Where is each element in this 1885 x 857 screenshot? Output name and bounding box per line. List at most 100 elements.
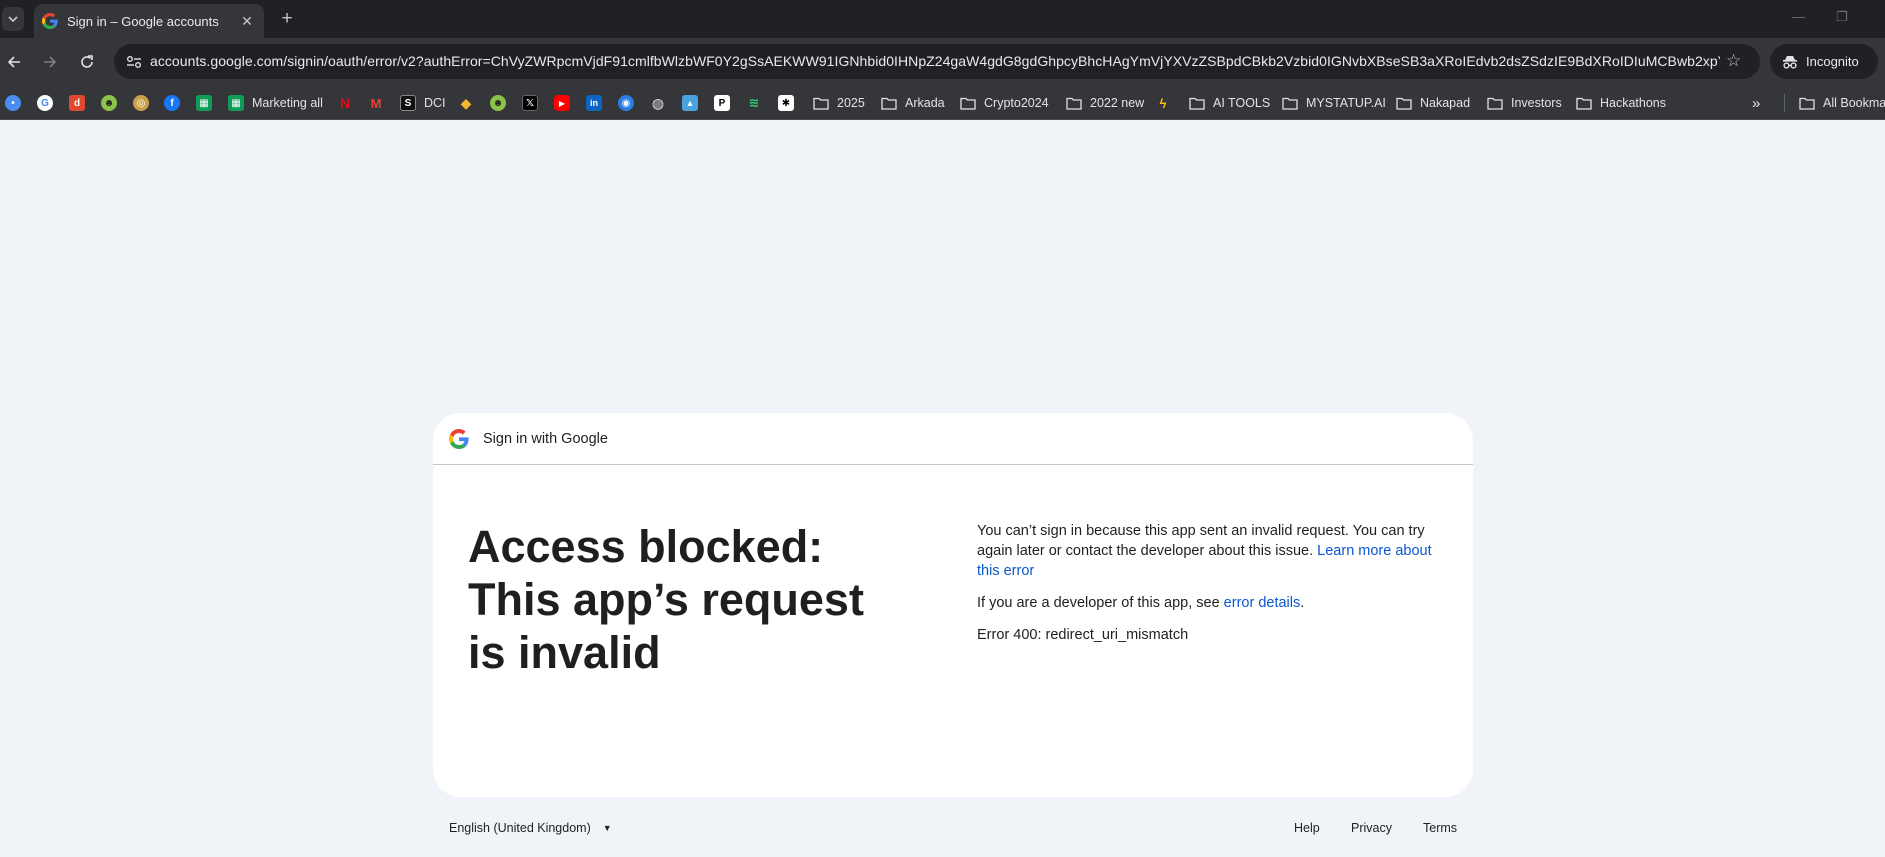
bookmark-label: DCI xyxy=(424,96,446,110)
bookmark-label: 2022 new xyxy=(1090,96,1145,110)
tab-title: Sign in – Google accounts xyxy=(67,13,219,29)
bookmark-dci[interactable]: S DCI xyxy=(400,95,446,111)
help-link[interactable]: Help xyxy=(1294,821,1320,835)
terms-link[interactable]: Terms xyxy=(1423,821,1457,835)
page-title: Access blocked: This app’s request is in… xyxy=(468,521,864,678)
developer-note: If you are a developer of this app, see … xyxy=(977,593,1447,613)
youtube-icon: ▶ xyxy=(554,95,570,111)
bookmark-item[interactable]: ◎ xyxy=(133,95,149,111)
bookmark-item[interactable]: ✱ xyxy=(778,95,794,111)
bookmark-folder-hackathons[interactable]: Hackathons xyxy=(1576,95,1666,111)
language-label: English (United Kingdom) xyxy=(449,821,591,835)
folder-icon xyxy=(1066,97,1082,110)
app-icon: ◉ xyxy=(618,95,634,111)
tune-icon xyxy=(127,56,141,68)
error-details-link[interactable]: error details xyxy=(1224,595,1301,611)
incognito-icon xyxy=(1783,55,1797,69)
chevron-down-icon xyxy=(8,16,18,22)
folder-icon xyxy=(813,97,829,110)
google-g-icon xyxy=(42,13,58,29)
bookmark-folder-nakapad[interactable]: Nakapad xyxy=(1396,95,1470,111)
globe-icon: ◍ xyxy=(651,94,665,111)
browser-tab[interactable]: Sign in – Google accounts ✕ xyxy=(34,4,264,38)
netflix-icon: N xyxy=(339,95,351,111)
facebook-icon: f xyxy=(164,95,180,111)
folder-icon xyxy=(1799,97,1815,110)
bookmark-folder-mystatup[interactable]: MYSTATUP.AI xyxy=(1282,95,1386,111)
sheets-icon: ▦ xyxy=(196,95,212,111)
sign-in-card: Sign in with Google Access blocked: This… xyxy=(433,413,1473,797)
bookmark-item[interactable]: f xyxy=(164,95,180,111)
bookmark-item[interactable]: ◉ xyxy=(618,95,634,111)
bookmark-item[interactable]: ▴ xyxy=(682,95,698,111)
address-bar[interactable]: accounts.google.com/signin/oauth/error/v… xyxy=(114,44,1760,79)
reload-icon xyxy=(81,55,93,68)
new-tab-button[interactable]: + xyxy=(276,8,298,30)
bookmark-item[interactable]: N xyxy=(337,95,353,111)
folder-icon xyxy=(1396,97,1412,110)
incognito-label: Incognito xyxy=(1806,54,1859,69)
frog-icon: ☻ xyxy=(490,95,506,111)
bookmark-folder-ai-tools[interactable]: AI TOOLS xyxy=(1189,95,1270,111)
bookmark-item[interactable]: P xyxy=(714,95,730,111)
bookmark-marketing[interactable]: ▦ Marketing all xyxy=(228,95,323,111)
bookmark-folder-crypto2024[interactable]: Crypto2024 xyxy=(960,95,1049,111)
error-message: You can’t sign in because this app sent … xyxy=(977,521,1447,581)
bookmark-label: MYSTATUP.AI xyxy=(1306,96,1386,110)
close-tab-icon[interactable]: ✕ xyxy=(238,13,256,30)
bookmark-star-icon[interactable]: ☆ xyxy=(1726,51,1741,71)
bookmark-item[interactable]: ☻ xyxy=(101,95,117,111)
bookmark-label: AI TOOLS xyxy=(1213,96,1271,110)
browser-toolbar: accounts.google.com/signin/oauth/error/v… xyxy=(0,38,1885,86)
tab-search-button[interactable] xyxy=(2,7,24,31)
bookmark-label: Nakapad xyxy=(1420,96,1471,110)
bookmark-item[interactable]: ≋ xyxy=(746,95,762,111)
bookmark-item[interactable]: in xyxy=(586,95,602,111)
back-button[interactable] xyxy=(2,50,26,74)
bookmark-item[interactable]: ▦ xyxy=(196,95,212,111)
all-bookmarks-folder[interactable]: All Bookmarks xyxy=(1799,95,1885,111)
bookmark-label: Arkada xyxy=(905,96,945,110)
star-app-icon: ✱ xyxy=(778,95,794,111)
binance-icon: ◆ xyxy=(460,94,472,111)
bookmark-item[interactable]: ☻ xyxy=(490,95,506,111)
folder-icon xyxy=(1189,97,1205,110)
bookmark-item[interactable]: ϟ xyxy=(1155,95,1171,111)
bookmark-item[interactable]: M xyxy=(368,95,384,111)
bookmark-folder-2022-new[interactable]: 2022 new xyxy=(1066,95,1144,111)
google-icon: G xyxy=(37,95,53,111)
bookmark-item[interactable]: ◍ xyxy=(650,95,666,111)
bookmark-folder-2025[interactable]: 2025 xyxy=(813,95,865,111)
arrow-right-icon xyxy=(44,56,57,68)
developer-note-text: If you are a developer of this app, see xyxy=(977,595,1220,611)
bookmark-folder-arkada[interactable]: Arkada xyxy=(881,95,945,111)
bookmark-item[interactable]: d xyxy=(69,95,85,111)
bookmark-item[interactable]: 𝕏 xyxy=(522,95,538,111)
forward-button[interactable] xyxy=(38,50,62,74)
reload-button[interactable] xyxy=(75,50,99,74)
bookmark-item[interactable]: • xyxy=(5,95,21,111)
site-info-button[interactable] xyxy=(124,52,144,72)
caret-down-icon: ▼ xyxy=(602,823,612,833)
bookmark-item[interactable]: ▶ xyxy=(554,95,570,111)
bookmark-label: Marketing all xyxy=(252,96,323,110)
bookmarks-overflow-button[interactable]: » xyxy=(1752,95,1760,112)
minimize-icon[interactable]: — xyxy=(1792,9,1805,24)
bookmark-folder-investors[interactable]: Investors xyxy=(1487,95,1562,111)
privacy-link[interactable]: Privacy xyxy=(1351,821,1392,835)
incognito-badge[interactable]: Incognito xyxy=(1770,44,1878,79)
bookmark-label: Hackathons xyxy=(1600,96,1667,110)
url-text[interactable]: accounts.google.com/signin/oauth/error/v… xyxy=(150,53,1720,69)
tab-strip: Sign in – Google accounts ✕ + — ❐ xyxy=(0,0,1885,38)
dci-icon: S xyxy=(400,95,416,111)
d-app-icon: d xyxy=(69,95,85,111)
bookmark-item[interactable]: ◆ xyxy=(458,95,474,111)
bookmarks-bar: • G d ☻ ◎ f ▦ ▦ Marketing all N M S DCI ◆ … xyxy=(0,86,1885,120)
bookmark-item[interactable]: G xyxy=(37,95,53,111)
language-selector[interactable]: English (United Kingdom) ▼ xyxy=(449,821,612,835)
chart-app-icon: ▴ xyxy=(682,95,698,111)
restore-icon[interactable]: ❐ xyxy=(1836,9,1848,25)
error-code: Error 400: redirect_uri_mismatch xyxy=(977,627,1189,643)
bookmark-label: Crypto2024 xyxy=(984,96,1049,110)
linkedin-icon: in xyxy=(586,95,602,111)
